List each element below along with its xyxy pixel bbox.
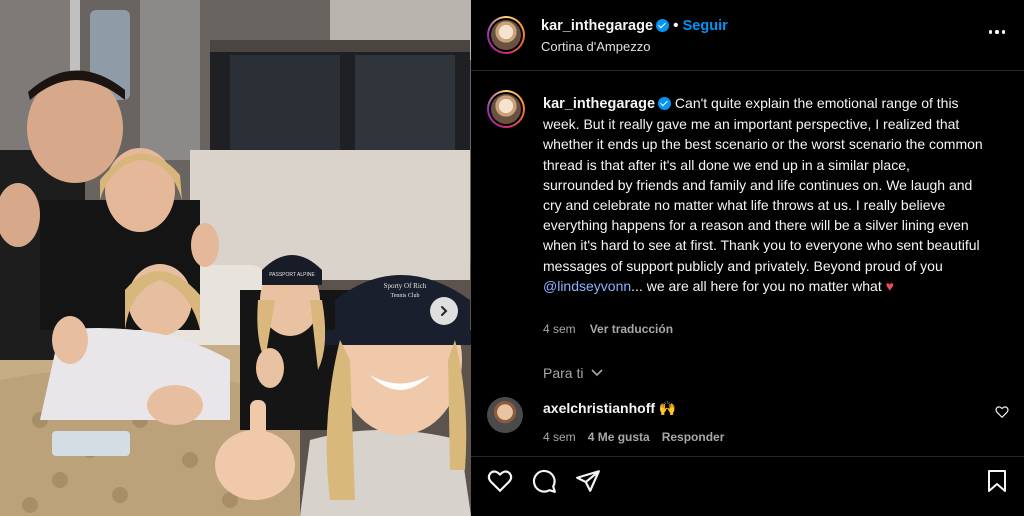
- mention-link[interactable]: @lindseyvonn: [543, 278, 631, 294]
- separator-dot: •: [673, 17, 679, 34]
- cap2-text: PASSPORT ALPINE: [269, 272, 315, 278]
- commenter-avatar[interactable]: [487, 397, 523, 433]
- verified-badge-icon: [656, 19, 670, 32]
- comments-filter-label: Para ti: [543, 365, 584, 381]
- caption-text: kar_inthegarage Can't quite explain the …: [543, 93, 983, 296]
- divider: [471, 70, 1024, 71]
- action-bar: [487, 468, 1009, 496]
- author-avatar[interactable]: [487, 16, 525, 54]
- post-photo[interactable]: Sporty Of Rich Tennis Club PASSPORT ALPI…: [0, 0, 471, 516]
- caption-body: Can't quite explain the emotional range …: [543, 95, 983, 274]
- comment-text: 🙌: [658, 400, 677, 416]
- caption-author-avatar[interactable]: [487, 90, 525, 128]
- cap-text-2: Tennis Club: [390, 293, 419, 299]
- caption-tail: ... we are all here for you no matter wh…: [631, 277, 882, 294]
- heart-emoji: ♥: [885, 277, 894, 294]
- reply-button[interactable]: Responder: [662, 430, 725, 444]
- post-header: kar_inthegarage • Seguir Cortina d'Ampezzo: [487, 14, 1009, 58]
- cap-text-1: Sporty Of Rich: [384, 282, 427, 290]
- caption-meta: 4 sem Ver traducción: [543, 322, 673, 336]
- location-link[interactable]: Cortina d'Ampezzo: [541, 39, 650, 54]
- post-side-panel: kar_inthegarage • Seguir Cortina d'Ampezzo…: [471, 0, 1024, 516]
- chevron-right-icon: [441, 306, 448, 316]
- post-modal: Sporty Of Rich Tennis Club PASSPORT ALPI…: [0, 0, 1024, 516]
- more-options-icon[interactable]: [985, 22, 1009, 42]
- caption-author[interactable]: kar_inthegarage: [543, 96, 655, 112]
- heart-icon[interactable]: [487, 468, 513, 494]
- chevron-down-icon: [591, 369, 603, 377]
- author-username[interactable]: kar_inthegarage: [541, 18, 653, 34]
- comment-time[interactable]: 4 sem: [543, 430, 576, 444]
- verified-badge-icon: [658, 97, 672, 110]
- photo-illustration: Sporty Of Rich Tennis Club PASSPORT ALPI…: [0, 0, 471, 516]
- comments-filter[interactable]: Para ti: [543, 365, 603, 381]
- comment-likes[interactable]: 4 Me gusta: [588, 430, 650, 444]
- follow-button[interactable]: Seguir: [683, 18, 728, 34]
- caption-time[interactable]: 4 sem: [543, 322, 576, 336]
- bookmark-icon[interactable]: [985, 468, 1009, 494]
- divider: [471, 456, 1024, 457]
- comment-item: axelchristianhoff 🙌 4 sem 4 Me gusta Respo…: [487, 397, 1009, 444]
- comment-meta: 4 sem 4 Me gusta Responder: [543, 430, 724, 444]
- commenter-username[interactable]: axelchristianhoff: [543, 400, 655, 416]
- share-icon[interactable]: [575, 468, 601, 494]
- translate-link[interactable]: Ver traducción: [590, 322, 673, 336]
- comment-content: axelchristianhoff 🙌: [543, 400, 676, 417]
- comment-icon[interactable]: [531, 468, 557, 494]
- heart-icon[interactable]: [995, 405, 1009, 419]
- next-photo-button[interactable]: [430, 297, 458, 325]
